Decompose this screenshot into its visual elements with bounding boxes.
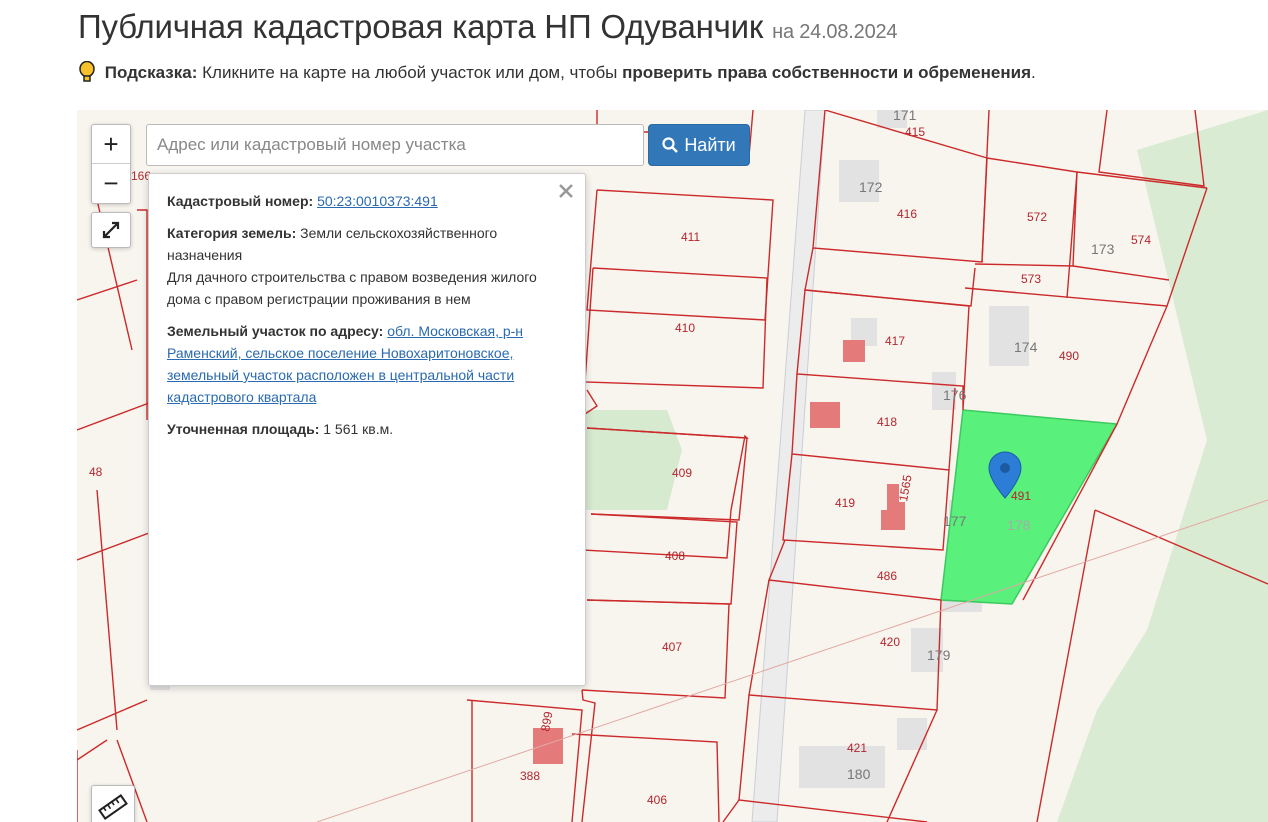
page-title: Публичная кадастровая карта НП Одуванчик…	[78, 8, 898, 46]
fullscreen-button[interactable]	[91, 212, 131, 248]
parcel-label-410: 410	[675, 321, 695, 335]
parcel-label-388: 388	[520, 769, 540, 783]
parcel-label-417: 417	[885, 334, 905, 348]
hint-end: .	[1031, 63, 1036, 82]
parcel-label-416: 416	[897, 207, 917, 221]
parcel-label-173: 173	[1091, 241, 1115, 257]
parcel-label-407: 407	[662, 640, 682, 654]
parcel-label-177: 177	[943, 513, 967, 529]
parcel-label-572: 572	[1027, 210, 1047, 224]
search-icon	[662, 137, 679, 153]
parcel-label-491: 491	[1011, 489, 1031, 503]
search-input[interactable]	[146, 124, 644, 166]
zoom-control: + −	[91, 124, 131, 204]
parcel-label-486: 486	[877, 569, 897, 583]
category-row: Категория земель: Земли сельскохозяйстве…	[167, 222, 567, 310]
zoom-out-button[interactable]: −	[92, 164, 130, 202]
parcel-label-421: 421	[847, 741, 867, 755]
zoom-in-button[interactable]: +	[92, 125, 130, 164]
parcel-label-406: 406	[647, 793, 667, 807]
hint-text: Кликните на карте на любой участок или д…	[202, 63, 618, 82]
parcel-label-420: 420	[880, 635, 900, 649]
hint-bold-text: проверить права собственности и обремене…	[622, 63, 1031, 82]
cadastral-link[interactable]: 50:23:0010373:491	[317, 193, 438, 209]
ruler-button[interactable]	[91, 785, 135, 822]
parcel-label-574: 574	[1131, 233, 1151, 247]
parcel-label-573: 573	[1021, 272, 1041, 286]
hint-bar: Подсказка: Кликните на карте на любой уч…	[78, 61, 1036, 83]
address-row: Земельный участок по адресу: обл. Москов…	[167, 320, 567, 408]
houses-layer	[533, 340, 905, 764]
cadastral-row: Кадастровый номер: 50:23:0010373:491	[167, 190, 567, 212]
close-icon[interactable]	[555, 180, 577, 202]
parcel-label-408: 408	[665, 549, 685, 563]
parcel-label-178: 178	[1007, 517, 1031, 533]
parcel-info-popup: Кадастровый номер: 50:23:0010373:491 Кат…	[148, 173, 586, 686]
parcel-label-176: 176	[943, 387, 967, 403]
cadastral-label: Кадастровый номер:	[167, 193, 314, 209]
parcel-label-490: 490	[1059, 349, 1079, 363]
area-value: 1 561 кв.м.	[323, 421, 394, 437]
area-label: Уточненная площадь:	[167, 421, 320, 437]
selected-parcel-491[interactable]	[940, 409, 1119, 605]
expand-icon	[102, 221, 120, 239]
parcel-label-171: 171	[893, 110, 917, 123]
lightbulb-icon	[79, 61, 95, 82]
area-row: Уточненная площадь: 1 561 кв.м.	[167, 418, 567, 440]
parcel-label-419: 419	[835, 496, 855, 510]
parcel-label-415: 415	[905, 125, 925, 139]
parcel-label-174: 174	[1014, 339, 1038, 355]
road	[751, 110, 826, 822]
parcel-label-411: 411	[681, 230, 700, 244]
parcel-label-172: 172	[859, 179, 883, 195]
category-label: Категория земель:	[167, 225, 297, 241]
parcel-label-48: 48	[89, 465, 103, 479]
parcel-label-179: 179	[927, 647, 951, 663]
page-title-text: Публичная кадастровая карта НП Одуванчик	[78, 8, 764, 45]
search-button-label: Найти	[684, 134, 736, 155]
address-label: Земельный участок по адресу:	[167, 323, 384, 339]
page-date: на 24.08.2024	[772, 21, 898, 43]
parcel-label-409: 409	[672, 466, 692, 480]
parcel-label-418: 418	[877, 415, 897, 429]
ruler-icon	[98, 794, 128, 820]
parcel-label-180: 180	[847, 766, 871, 782]
usage-text: Для дачного строительства с правом возве…	[167, 269, 537, 307]
cadastral-map[interactable]: 171 415 172 416 572 574 173 573 411 410 417 174 490 1…	[77, 110, 1268, 822]
parcel-label-1565: 1565	[896, 473, 914, 502]
hint-label: Подсказка:	[104, 63, 198, 82]
search-button[interactable]: Найти	[648, 124, 750, 166]
